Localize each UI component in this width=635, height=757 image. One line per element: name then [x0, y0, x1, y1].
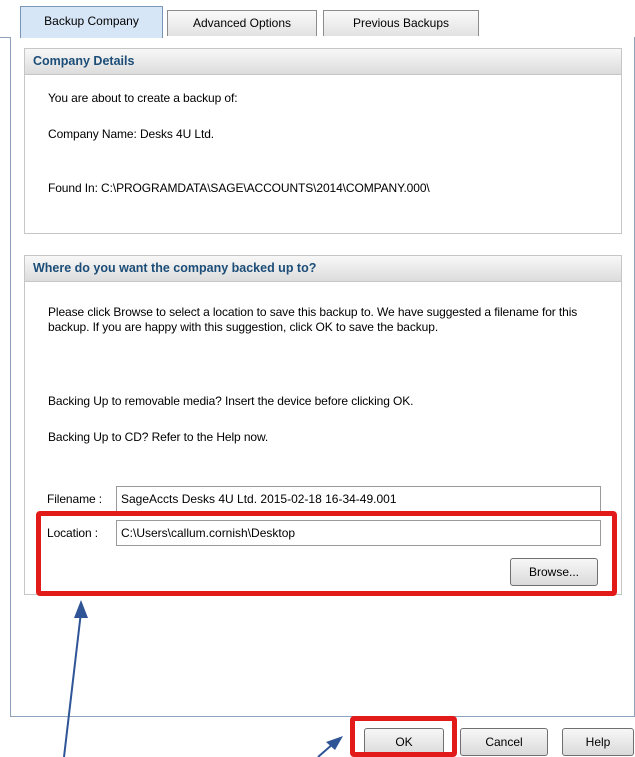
company-details-panel: Company Details	[24, 48, 622, 234]
company-details-heading: Company Details	[25, 49, 621, 75]
ok-button[interactable]: OK	[364, 728, 444, 756]
company-name-text: Company Name: Desks 4U Ltd.	[48, 127, 215, 141]
backup-intro-text: You are about to create a backup of:	[48, 91, 238, 105]
removable-media-note: Backing Up to removable media? Insert th…	[48, 394, 414, 408]
found-in-text: Found In: C:\PROGRAMDATA\SAGE\ACCOUNTS\2…	[48, 181, 430, 195]
tab-backup-company[interactable]: Backup Company	[20, 6, 163, 38]
filename-field[interactable]: SageAccts Desks 4U Ltd. 2015-02-18 16-34…	[116, 486, 601, 512]
location-label: Location :	[47, 526, 99, 540]
cd-backup-note: Backing Up to CD? Refer to the Help now.	[48, 430, 269, 444]
annotation-arrow-ok	[317, 742, 335, 757]
destination-heading: Where do you want the company backed up …	[25, 256, 621, 282]
arrow-head-icon	[326, 736, 343, 750]
browse-button[interactable]: Browse...	[510, 558, 598, 586]
destination-instructions: Please click Browse to select a location…	[48, 305, 578, 334]
tab-previous-backups[interactable]: Previous Backups	[323, 10, 479, 36]
help-button[interactable]: Help	[562, 728, 634, 756]
location-field[interactable]: C:\Users\callum.cornish\Desktop	[116, 520, 601, 546]
tab-advanced-options[interactable]: Advanced Options	[167, 10, 317, 36]
filename-label: Filename :	[47, 492, 103, 506]
tab-bar: Backup Company Advanced Options Previous…	[0, 0, 635, 38]
cancel-button[interactable]: Cancel	[460, 728, 548, 756]
